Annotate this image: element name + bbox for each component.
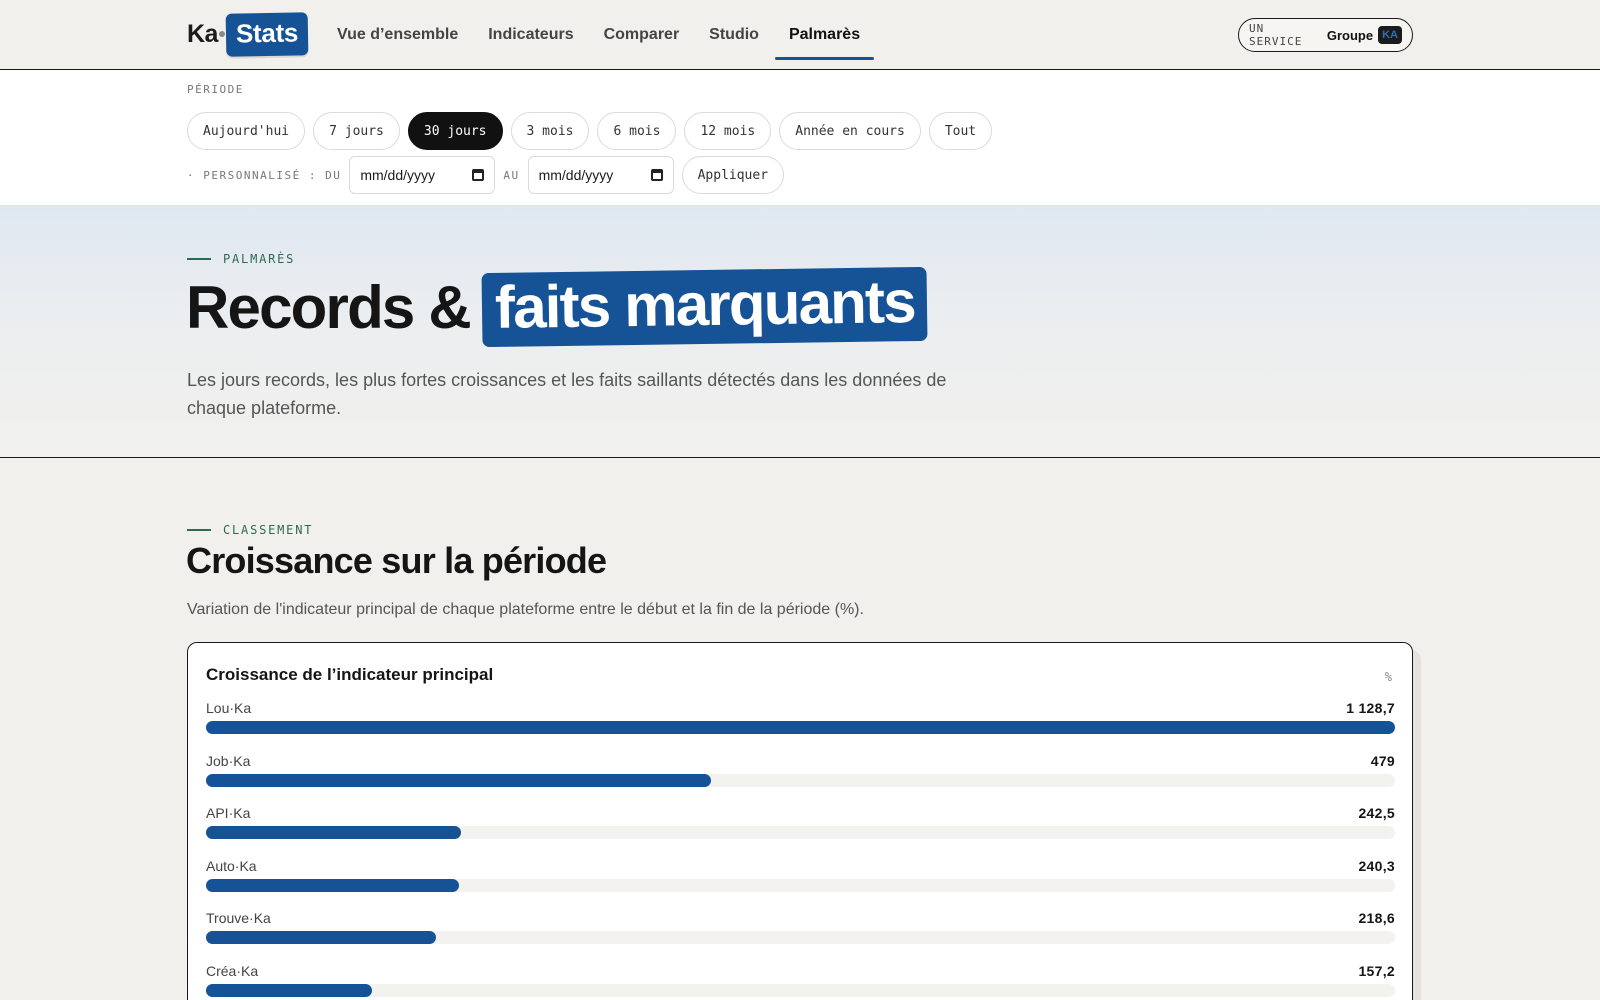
custom-period-label: · PERSONNALISÉ : DU [187, 168, 342, 182]
bar-label: Job·Ka [206, 752, 251, 769]
chip-all[interactable]: Tout [928, 112, 993, 150]
bar-track [206, 878, 1395, 892]
bar-value-label: 157,2 [1358, 962, 1395, 979]
bar [206, 721, 1395, 734]
period-label: PÉRIODE [187, 83, 244, 96]
date-to-label: AU [503, 168, 520, 182]
nav-indicateurs[interactable]: Indicateurs [473, 0, 588, 70]
chip-today[interactable]: Aujourd'hui [187, 112, 306, 150]
bar [206, 878, 460, 892]
period-chips: Aujourd'hui 7 jours 30 jours 3 mois 6 mo… [187, 112, 993, 150]
ranking-subtitle: Variation de l'indicateur principal de c… [187, 601, 864, 618]
bar-value-label: 218,6 [1358, 910, 1395, 926]
calendar-icon[interactable] [650, 169, 663, 181]
hero-eyebrow: PALMARÈS [187, 252, 295, 266]
chip-3-months[interactable]: 3 mois [510, 112, 590, 150]
bar-row: API·Ka 242,5 [206, 802, 1395, 855]
logo-ka-text: Ka [187, 19, 218, 48]
bar [206, 983, 372, 997]
bar-track [206, 931, 1395, 944]
hero-subtitle: Les jours records, les plus fortes crois… [187, 370, 947, 418]
bar-track [206, 826, 1395, 839]
chip-7-days[interactable]: 7 jours [313, 112, 400, 150]
bar-label: Créa·Ka [206, 962, 259, 979]
chart-unit: % [1384, 670, 1392, 684]
date-to-placeholder: mm/dd/yyyy [538, 167, 614, 183]
nav-palmares[interactable]: Palmarès [774, 0, 875, 70]
ranking-eyebrow-text: CLASSEMENT [223, 523, 314, 537]
date-from-placeholder: mm/dd/yyyy [360, 167, 436, 183]
nav-comparer[interactable]: Comparer [589, 0, 695, 70]
bar [206, 826, 462, 839]
groupe-ka-service-badge[interactable]: UN SERVICE Groupe KA [1238, 18, 1413, 52]
calendar-icon[interactable] [472, 169, 485, 181]
custom-period-row: · PERSONNALISÉ : DU mm/dd/yyyy AU mm/dd/… [187, 156, 785, 194]
eyebrow-line [187, 258, 211, 260]
page-title-highlight: faits marquants [481, 266, 928, 348]
top-bar: Ka Stats Vue d’ensemble Indicateurs Comp… [0, 0, 1600, 70]
growth-bar-chart: Lou·Ka 1 128,7 Job·Ka 479 API·Ka 242,5 Auto·Ka… [206, 697, 1395, 1000]
ranking-title: Croissance sur la période [186, 540, 607, 581]
bar-row: Trouve·Ka 218,6 [206, 907, 1395, 960]
hero: PALMARÈS Records & faits marquants Les j… [0, 206, 1600, 458]
ranking-eyebrow: CLASSEMENT [187, 523, 313, 537]
groupe-ka-logo: KA [1378, 26, 1402, 44]
bar-track [206, 721, 1395, 734]
date-to-input[interactable]: mm/dd/yyyy [527, 156, 674, 194]
bar-label: Trouve·Ka [206, 910, 271, 926]
bar-value-label: 1 128,7 [1346, 700, 1395, 716]
hero-eyebrow-text: PALMARÈS [223, 252, 296, 266]
bar-track [206, 773, 1395, 787]
chip-current-year[interactable]: Année en cours [779, 112, 921, 150]
chart-title: Croissance de l’indicateur principal [206, 665, 494, 684]
service-groupe: Groupe [1326, 27, 1374, 43]
chip-6-months[interactable]: 6 mois [597, 112, 677, 150]
date-from-input[interactable]: mm/dd/yyyy [349, 156, 496, 194]
service-label: UN SERVICE [1249, 22, 1303, 48]
nav-vue-ensemble[interactable]: Vue d’ensemble [322, 0, 473, 70]
bar-label: Auto·Ka [206, 857, 257, 874]
page-title-plain: Records & [186, 273, 472, 341]
chip-12-months[interactable]: 12 mois [684, 112, 772, 150]
eyebrow-line [187, 529, 211, 531]
period-filter: PÉRIODE Aujourd'hui 7 jours 30 jours 3 m… [0, 70, 1600, 206]
bar-row: Lou·Ka 1 128,7 [206, 697, 1395, 750]
chip-30-days[interactable]: 30 jours [407, 112, 503, 150]
logo-stats-text: Stats [225, 11, 309, 57]
logo-dot-icon [218, 31, 225, 37]
bar-row: Créa·Ka 157,2 [206, 960, 1395, 1000]
bar-track [206, 983, 1395, 997]
bar-value-label: 479 [1370, 752, 1395, 769]
bar-value-label: 240,3 [1358, 857, 1395, 874]
bar-label: API·Ka [206, 805, 251, 821]
bar-row: Auto·Ka 240,3 [206, 855, 1395, 908]
bar-row: Job·Ka 479 [206, 750, 1395, 803]
kastats-logo[interactable]: Ka Stats [187, 11, 309, 57]
bar-label: Lou·Ka [206, 700, 252, 716]
apply-button[interactable]: Appliquer [681, 156, 785, 194]
nav-studio[interactable]: Studio [694, 0, 774, 70]
growth-chart-card: Croissance de l’indicateur principal % L… [187, 642, 1413, 1000]
bar-value-label: 242,5 [1358, 805, 1395, 821]
main-nav: Vue d’ensemble Indicateurs Comparer Stud… [322, 0, 875, 70]
bar [206, 773, 711, 787]
page-title: Records & faits marquants [186, 266, 928, 348]
bar [206, 931, 437, 944]
